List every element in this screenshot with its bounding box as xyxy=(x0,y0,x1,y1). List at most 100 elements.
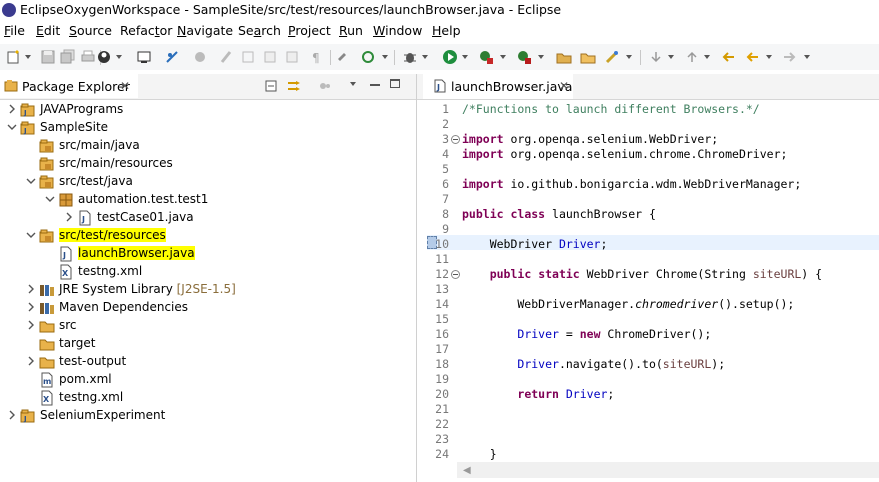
horizontal-scrollbar[interactable]: ◀ xyxy=(457,462,879,478)
menu-navigate[interactable]: Navigate xyxy=(177,23,233,38)
new-java-package-icon[interactable] xyxy=(556,49,572,65)
menu-source[interactable]: Source xyxy=(69,23,112,38)
show-whitespace-icon[interactable] xyxy=(284,49,300,65)
tree-item[interactable]: src/main/resources xyxy=(0,155,416,173)
chevron-down-icon[interactable] xyxy=(26,176,36,186)
last-edit-location-icon[interactable] xyxy=(720,49,736,65)
word-wrap-icon[interactable] xyxy=(262,49,278,65)
filters-icon[interactable] xyxy=(318,79,332,93)
fold-toggle-icon[interactable] xyxy=(451,135,460,144)
chevron-down-icon[interactable] xyxy=(26,230,36,240)
svg-text:X: X xyxy=(43,395,50,404)
tree-item[interactable]: Xtestng.xml xyxy=(0,263,416,281)
refresh-icon[interactable] xyxy=(360,49,376,65)
tree-item[interactable]: src/test/java xyxy=(0,173,416,191)
tree-item[interactable]: target xyxy=(0,335,416,353)
menu-edit[interactable]: Edit xyxy=(36,23,60,38)
tree-item[interactable]: src xyxy=(0,317,416,335)
forward-icon[interactable] xyxy=(782,49,798,65)
back-icon[interactable] xyxy=(744,49,760,65)
chevron-right-icon[interactable] xyxy=(26,320,36,330)
tree-item[interactable]: JtestCase01.java xyxy=(0,209,416,227)
print-icon[interactable] xyxy=(80,49,96,65)
new-wizard-icon[interactable] xyxy=(6,49,22,65)
open-type-icon[interactable] xyxy=(580,49,596,65)
link-with-editor-icon[interactable] xyxy=(286,79,302,93)
chevron-right-icon[interactable] xyxy=(26,302,36,312)
menu-run[interactable]: Run xyxy=(339,23,363,38)
fold-toggle-icon[interactable] xyxy=(451,270,460,279)
run-dropdown-icon[interactable] xyxy=(462,55,468,59)
run-last-tool-icon[interactable] xyxy=(336,49,352,65)
tree-item[interactable]: test-output xyxy=(0,353,416,371)
tree-item[interactable]: J SeleniumExperiment xyxy=(0,407,416,425)
menu-refactor[interactable]: Refactor xyxy=(120,23,172,38)
coverage-icon[interactable] xyxy=(478,49,494,65)
block-selection-icon[interactable] xyxy=(240,49,256,65)
minimize-icon[interactable] xyxy=(370,84,380,86)
tree-item[interactable]: src/main/java xyxy=(0,137,416,155)
next-annotation-icon[interactable] xyxy=(648,49,664,65)
menu-window[interactable]: Window xyxy=(373,23,422,38)
external-tools-icon[interactable] xyxy=(516,49,532,65)
tree-item[interactable]: JlaunchBrowser.java xyxy=(0,245,416,263)
chevron-down-icon[interactable] xyxy=(7,122,17,132)
java-project-icon: J xyxy=(20,121,35,135)
debug-dropdown-icon[interactable] xyxy=(422,55,428,59)
line-number: 6 xyxy=(442,177,449,191)
profile-dropdown-icon[interactable] xyxy=(116,55,122,59)
menu-file[interactable]: File xyxy=(4,23,25,38)
close-icon[interactable]: ✕ xyxy=(559,79,569,93)
maximize-icon[interactable] xyxy=(390,79,400,88)
line-number: 19 xyxy=(435,372,449,386)
tree-item[interactable]: src/test/resources xyxy=(0,227,416,245)
tree-item[interactable]: J SampleSite xyxy=(0,119,416,137)
chevron-right-icon[interactable] xyxy=(26,284,36,294)
back-dropdown-icon[interactable] xyxy=(766,55,772,59)
view-menu-icon[interactable] xyxy=(350,82,356,86)
coverage-dropdown-icon[interactable] xyxy=(500,55,506,59)
collapse-all-icon[interactable] xyxy=(264,79,278,93)
tree-item-label: testng.xml xyxy=(78,264,142,278)
pilcrow-icon[interactable]: ¶ xyxy=(308,49,324,65)
save-all-icon[interactable] xyxy=(60,49,76,65)
search-tools-icon[interactable] xyxy=(604,49,620,65)
tree-item[interactable]: Maven Dependencies xyxy=(0,299,416,317)
previous-annotation-dropdown-icon[interactable] xyxy=(704,55,710,59)
search-dropdown-icon[interactable] xyxy=(626,55,632,59)
menu-project[interactable]: Project xyxy=(288,23,331,38)
tree-item[interactable]: automation.test.test1 xyxy=(0,191,416,209)
profile-icon[interactable] xyxy=(96,49,112,65)
tab-launchbrowser-java[interactable]: J launchBrowser.java ✕ xyxy=(423,74,573,99)
chevron-right-icon[interactable] xyxy=(7,410,17,420)
tab-package-explorer[interactable]: Package Explorer ✕ xyxy=(0,74,138,98)
menu-help[interactable]: Help xyxy=(432,23,461,38)
new-dropdown-icon[interactable] xyxy=(25,55,31,59)
chevron-right-icon[interactable] xyxy=(7,104,17,114)
skip-breakpoints-icon[interactable] xyxy=(164,49,180,65)
debug-icon[interactable] xyxy=(402,49,418,65)
console-icon[interactable] xyxy=(136,49,152,65)
previous-annotation-icon[interactable] xyxy=(684,49,700,65)
tree-item[interactable]: JRE System Library [J2SE-1.5] xyxy=(0,281,416,299)
tree-item[interactable]: Xtestng.xml xyxy=(0,389,416,407)
chevron-down-icon[interactable] xyxy=(45,194,55,204)
scroll-left-icon[interactable]: ◀ xyxy=(463,465,471,476)
chevron-right-icon[interactable] xyxy=(64,212,74,222)
forward-dropdown-icon[interactable] xyxy=(804,55,810,59)
close-icon[interactable]: ✕ xyxy=(120,79,130,93)
external-tools-dropdown-icon[interactable] xyxy=(538,55,544,59)
package-folder-icon xyxy=(39,229,54,243)
code-line: 13 xyxy=(417,282,879,297)
menu-search[interactable]: Search xyxy=(238,23,281,38)
tree-item[interactable]: m pom.xml xyxy=(0,371,416,389)
refresh-dropdown-icon[interactable] xyxy=(382,55,388,59)
toggle-highlight-icon[interactable] xyxy=(218,49,234,65)
toggle-ant-mark-icon[interactable] xyxy=(192,49,208,65)
svg-text:J: J xyxy=(23,127,27,135)
tree-item[interactable]: J JAVAPrograms xyxy=(0,101,416,119)
chevron-right-icon[interactable] xyxy=(26,356,36,366)
run-icon[interactable] xyxy=(442,49,458,65)
next-annotation-dropdown-icon[interactable] xyxy=(668,55,674,59)
save-icon[interactable] xyxy=(40,49,56,65)
